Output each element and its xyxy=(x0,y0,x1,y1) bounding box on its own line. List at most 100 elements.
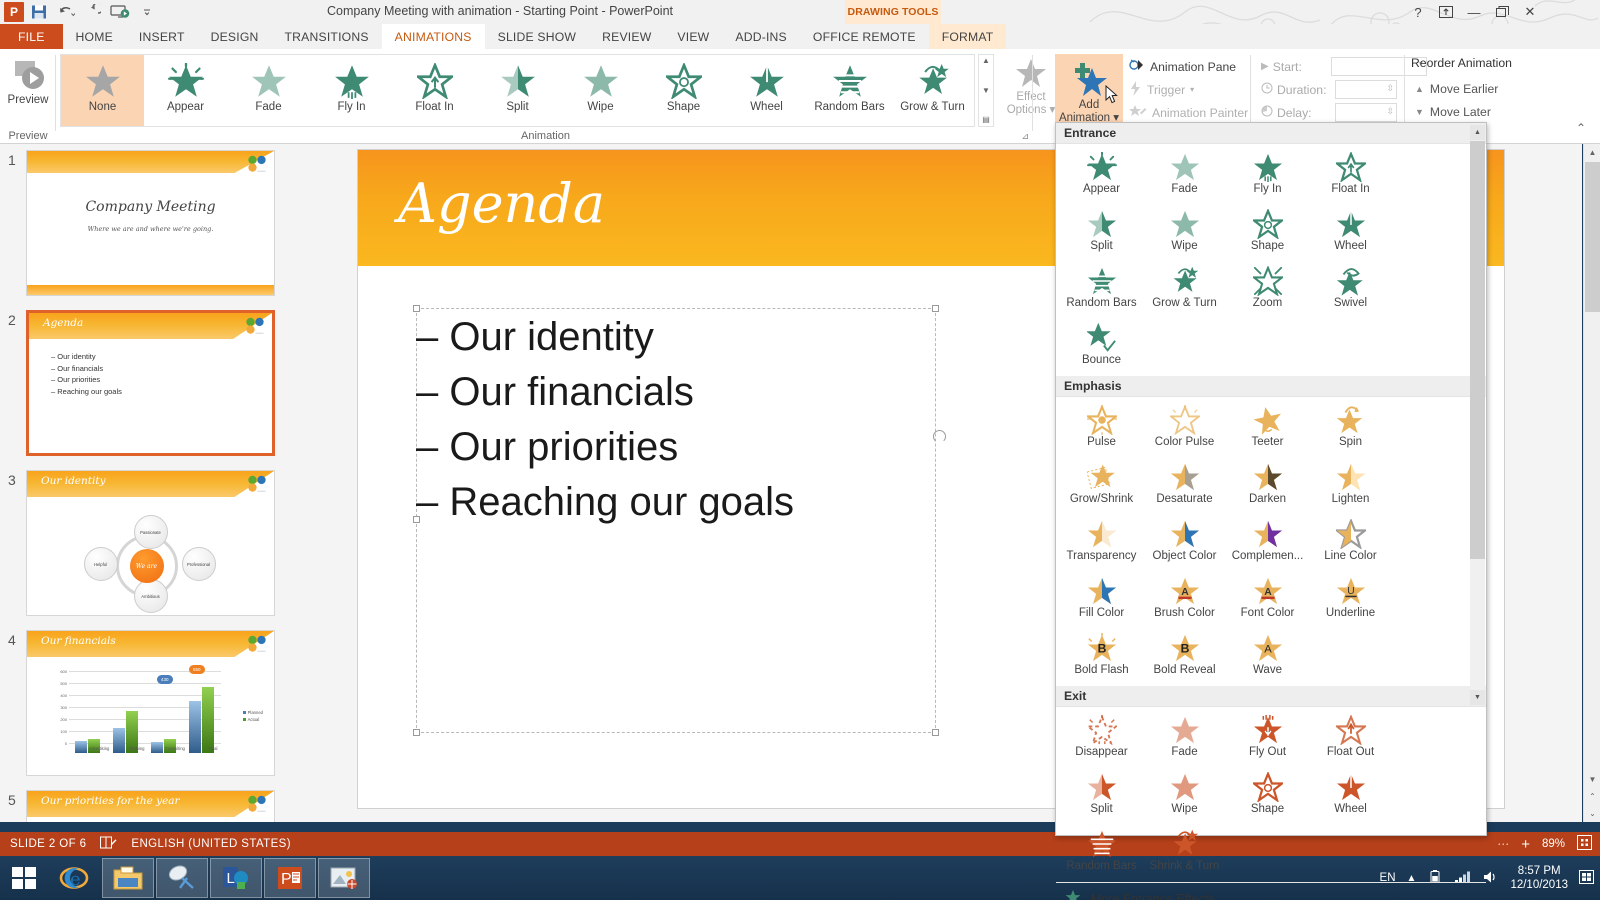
dropdown-effect-spin[interactable]: Spin xyxy=(1309,400,1392,457)
rotate-handle[interactable] xyxy=(933,430,946,443)
dropdown-effect-wipe[interactable]: Wipe xyxy=(1143,767,1226,824)
dropdown-effect-split[interactable]: Split xyxy=(1060,204,1143,261)
close-icon[interactable]: ✕ xyxy=(1516,2,1544,22)
ribbon-tab-home[interactable]: HOME xyxy=(63,24,126,49)
dropdown-effect-transparency[interactable]: Transparency xyxy=(1060,514,1143,571)
dropdown-effect-swivel[interactable]: Swivel xyxy=(1309,261,1392,318)
photo-gallery-icon[interactable] xyxy=(318,858,370,898)
dropdown-effect-random-bars[interactable]: Random Bars xyxy=(1060,824,1143,881)
slide-thumbnail-panel[interactable]: 1 Company Meeting Where we are and where… xyxy=(0,144,296,822)
previous-slide-icon[interactable]: ⌃ xyxy=(1584,788,1600,805)
slide-thumbnail-5[interactable]: Our priorities for the year xyxy=(26,790,275,822)
animation-gallery[interactable]: None Appear Fade Fly In Float In Split Wipe S… xyxy=(60,54,975,127)
scroll-down-icon[interactable]: ▼ xyxy=(1584,771,1600,788)
dropdown-effect-float-in[interactable]: Float In xyxy=(1309,147,1392,204)
animation-effect-wipe[interactable]: Wipe xyxy=(559,55,642,126)
dropdown-effect-wheel[interactable]: Wheel xyxy=(1309,767,1392,824)
dropdown-effect-wipe[interactable]: Wipe xyxy=(1143,204,1226,261)
notes-icon[interactable] xyxy=(100,836,117,853)
scroll-up-icon[interactable]: ▲ xyxy=(1584,144,1600,161)
dropdown-effect-font-color[interactable]: A Font Color xyxy=(1226,571,1309,628)
trigger-button[interactable]: Trigger ▾ xyxy=(1129,78,1249,101)
minimize-icon[interactable]: — xyxy=(1460,2,1488,22)
dropdown-effect-bold-flash[interactable]: B Bold Flash xyxy=(1060,628,1143,685)
delay-stepper[interactable] xyxy=(1335,103,1397,122)
lync-icon[interactable]: L xyxy=(210,858,262,898)
dropdown-effect-split[interactable]: Split xyxy=(1060,767,1143,824)
restore-icon[interactable] xyxy=(1488,2,1516,22)
action-center-icon[interactable] xyxy=(1579,869,1594,887)
dropdown-effect-wave[interactable]: A Wave xyxy=(1226,628,1309,685)
move-earlier-button[interactable]: ▲ Move Earlier xyxy=(1415,77,1498,100)
file-explorer-icon[interactable] xyxy=(102,858,154,898)
dropdown-scroll-down-icon[interactable]: ▼ xyxy=(1470,690,1485,705)
gallery-expand-icon[interactable]: ▤ xyxy=(982,116,990,124)
dropdown-effect-color-pulse[interactable]: Color Pulse xyxy=(1143,400,1226,457)
dropdown-effect-bounce[interactable]: Bounce xyxy=(1060,318,1143,375)
animation-effect-float-in[interactable]: Float In xyxy=(393,55,476,126)
slide-body-text[interactable]: – Our identity – Our financials – Our pr… xyxy=(416,310,794,530)
animation-effect-appear[interactable]: Appear xyxy=(144,55,227,126)
ribbon-tab-transitions[interactable]: TRANSITIONS xyxy=(272,24,382,49)
dropdown-effect-fly-out[interactable]: Fly Out xyxy=(1226,710,1309,767)
animation-effect-fly-in[interactable]: Fly In xyxy=(310,55,393,126)
dropdown-effect-wheel[interactable]: Wheel xyxy=(1309,204,1392,261)
ribbon-tab-office-remote[interactable]: OFFICE REMOTE xyxy=(800,24,929,49)
ribbon-tab-add-ins[interactable]: ADD-INS xyxy=(722,24,800,49)
move-later-button[interactable]: ▼ Move Later xyxy=(1415,100,1498,123)
animation-effect-fade[interactable]: Fade xyxy=(227,55,310,126)
dropdown-effect-grow-shrink[interactable]: Grow/Shrink xyxy=(1060,457,1143,514)
collapse-ribbon-icon[interactable]: ⌃ xyxy=(1576,121,1586,135)
ribbon-tab-view[interactable]: VIEW xyxy=(664,24,722,49)
next-slide-icon[interactable]: ⌄ xyxy=(1584,805,1600,822)
preview-button[interactable]: Preview xyxy=(0,49,56,106)
language-indicator[interactable]: ENGLISH (UNITED STATES) xyxy=(131,838,291,850)
dropdown-effect-fly-in[interactable]: Fly In xyxy=(1226,147,1309,204)
dropdown-effect-pulse[interactable]: Pulse xyxy=(1060,400,1143,457)
add-animation-dropdown[interactable]: Entrance Appear Fade Fly In Float In Spl… xyxy=(1055,122,1487,900)
animation-effect-random-bars[interactable]: Random Bars xyxy=(808,55,891,126)
dropdown-effect-float-out[interactable]: Float Out xyxy=(1309,710,1392,767)
fit-to-window-icon[interactable] xyxy=(1577,835,1592,853)
dropdown-effect-brush-color[interactable]: A Brush Color xyxy=(1143,571,1226,628)
dropdown-effect-shape[interactable]: Shape xyxy=(1226,204,1309,261)
duration-stepper[interactable] xyxy=(1335,80,1397,99)
slide-counter[interactable]: SLIDE 2 OF 6 xyxy=(10,838,86,850)
animation-gallery-scrollbar[interactable]: ▲ ▼ ▤ xyxy=(978,54,994,127)
dropdown-effect-zoom[interactable]: Zoom xyxy=(1226,261,1309,318)
ribbon-tab-format[interactable]: FORMAT xyxy=(928,24,1007,49)
ribbon-tab-animations[interactable]: ANIMATIONS xyxy=(381,24,485,49)
ribbon-tab-slide-show[interactable]: SLIDE SHOW xyxy=(485,24,590,49)
dropdown-scrollbar[interactable]: ▲ ▼ xyxy=(1470,125,1485,705)
dropdown-effect-line-color[interactable]: Line Color xyxy=(1309,514,1392,571)
scroll-thumb[interactable] xyxy=(1585,162,1600,312)
zoom-in-icon[interactable]: + xyxy=(1521,836,1530,853)
slide-thumbnail-1[interactable]: Company Meeting Where we are and where w… xyxy=(26,150,275,296)
gallery-scroll-down-icon[interactable]: ▼ xyxy=(982,86,990,95)
dropdown-effect-complemen-[interactable]: Complemen... xyxy=(1226,514,1309,571)
ribbon-tab-insert[interactable]: INSERT xyxy=(126,24,198,49)
dropdown-effect-random-bars[interactable]: Random Bars xyxy=(1060,261,1143,318)
windows-start-icon[interactable] xyxy=(0,856,48,900)
chevron-down-icon[interactable]: ▾ xyxy=(1190,85,1194,94)
powerpoint-icon[interactable]: P xyxy=(264,858,316,898)
dropdown-effect-object-color[interactable]: Object Color xyxy=(1143,514,1226,571)
dropdown-effect-disappear[interactable]: Disappear xyxy=(1060,710,1143,767)
dropdown-effect-grow-turn[interactable]: Grow & Turn xyxy=(1143,261,1226,318)
dropdown-effect-shrink-turn[interactable]: Shrink & Turn xyxy=(1143,824,1226,881)
dropdown-effect-bold-reveal[interactable]: B Bold Reveal xyxy=(1143,628,1226,685)
resize-handle-ne[interactable] xyxy=(932,305,939,312)
dropdown-effect-teeter[interactable]: Teeter xyxy=(1226,400,1309,457)
dropdown-effect-appear[interactable]: Appear xyxy=(1060,147,1143,204)
ribbon-display-options-icon[interactable] xyxy=(1432,2,1460,22)
dropdown-effect-fade[interactable]: Fade xyxy=(1143,710,1226,767)
animation-dialog-launcher-icon[interactable]: ⊿ xyxy=(1021,131,1029,142)
animation-pane-button[interactable]: Animation Pane xyxy=(1129,55,1249,78)
slide-title[interactable]: Agenda xyxy=(398,172,605,235)
dropdown-scroll-thumb[interactable] xyxy=(1470,141,1485,559)
animation-effect-split[interactable]: Split xyxy=(476,55,559,126)
dropdown-effect-darken[interactable]: Darken xyxy=(1226,457,1309,514)
ribbon-tab-file[interactable]: FILE xyxy=(0,24,63,49)
clock[interactable]: 8:57 PM 12/10/2013 xyxy=(1510,864,1568,892)
dropdown-effect-shape[interactable]: Shape xyxy=(1226,767,1309,824)
